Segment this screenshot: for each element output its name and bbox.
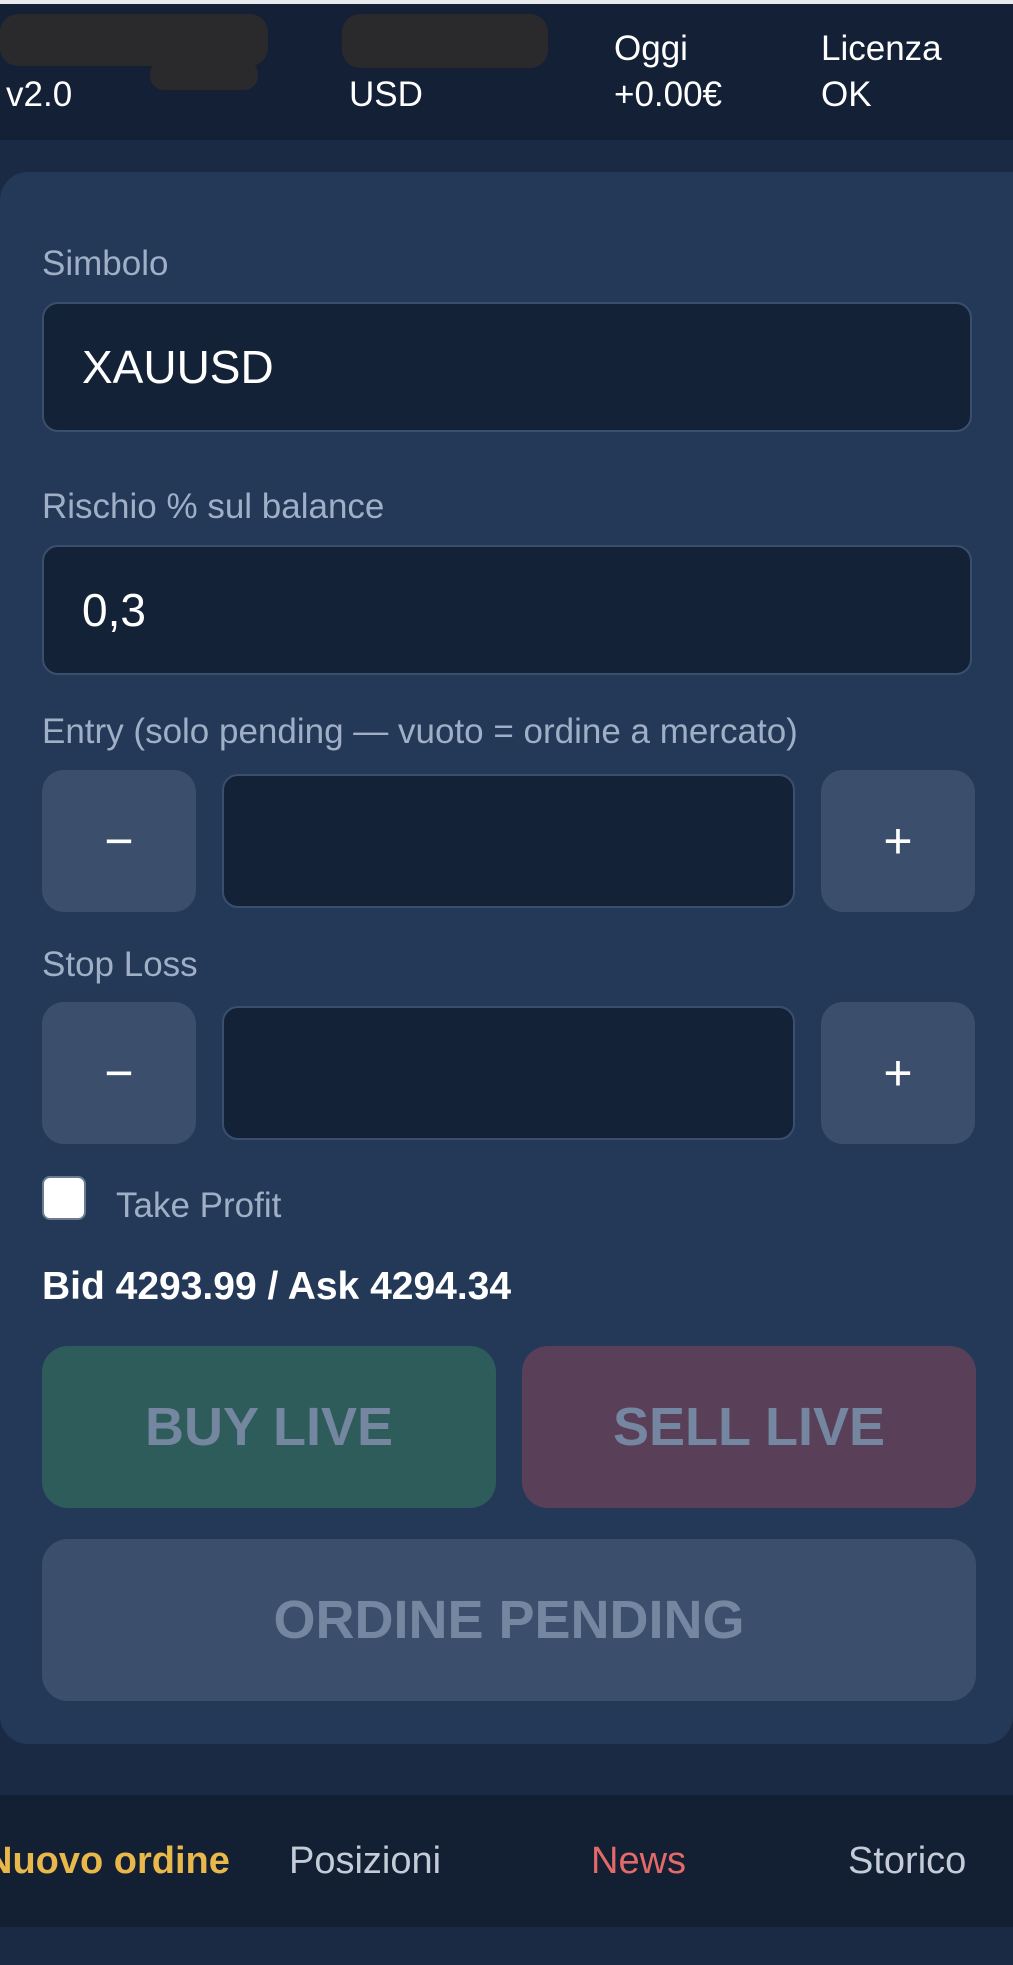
version-text: v2.0 <box>6 75 73 114</box>
app-screen: v2.0 USD Oggi +0.00€ Licenza OK Simbolo … <box>0 0 1013 1965</box>
take-profit-checkbox[interactable] <box>42 1176 86 1220</box>
risk-input[interactable]: 0,3 <box>42 545 972 675</box>
redacted-block <box>0 14 268 66</box>
header-today: Oggi +0.00€ <box>614 26 722 118</box>
currency-text: USD <box>349 75 423 114</box>
stop-loss-increment-button[interactable]: + <box>821 1002 975 1144</box>
status-header: v2.0 USD Oggi +0.00€ Licenza OK <box>0 4 1013 140</box>
entry-decrement-button[interactable]: − <box>42 770 196 912</box>
symbol-label: Simbolo <box>42 244 169 283</box>
today-pnl: +0.00€ <box>614 75 723 114</box>
today-label: Oggi <box>614 29 688 68</box>
symbol-input[interactable]: XAUUSD <box>42 302 972 432</box>
bottom-nav: Nuovo ordine Posizioni News Storico <box>0 1795 1013 1927</box>
license-label: Licenza <box>821 29 942 68</box>
tab-new-order[interactable]: Nuovo ordine <box>0 1795 230 1927</box>
tab-history[interactable]: Storico <box>848 1795 966 1927</box>
tab-positions[interactable]: Posizioni <box>289 1795 441 1927</box>
take-profit-label: Take Profit <box>116 1186 282 1225</box>
entry-input[interactable] <box>222 774 795 908</box>
entry-increment-button[interactable]: + <box>821 770 975 912</box>
tab-news[interactable]: News <box>591 1795 686 1927</box>
risk-label: Rischio % sul balance <box>42 487 385 526</box>
stop-loss-input[interactable] <box>222 1006 795 1140</box>
redacted-block <box>150 60 258 90</box>
redacted-block <box>342 14 548 68</box>
stop-loss-label: Stop Loss <box>42 945 198 984</box>
license-status: OK <box>821 75 872 114</box>
bid-ask-quote: Bid 4293.99 / Ask 4294.34 <box>42 1265 512 1308</box>
buy-live-button[interactable]: BUY LIVE <box>42 1346 496 1508</box>
pending-order-button[interactable]: ORDINE PENDING <box>42 1539 976 1701</box>
entry-label: Entry (solo pending — vuoto = ordine a m… <box>42 712 798 751</box>
stop-loss-decrement-button[interactable]: − <box>42 1002 196 1144</box>
sell-live-button[interactable]: SELL LIVE <box>522 1346 976 1508</box>
header-license: Licenza OK <box>821 26 942 118</box>
